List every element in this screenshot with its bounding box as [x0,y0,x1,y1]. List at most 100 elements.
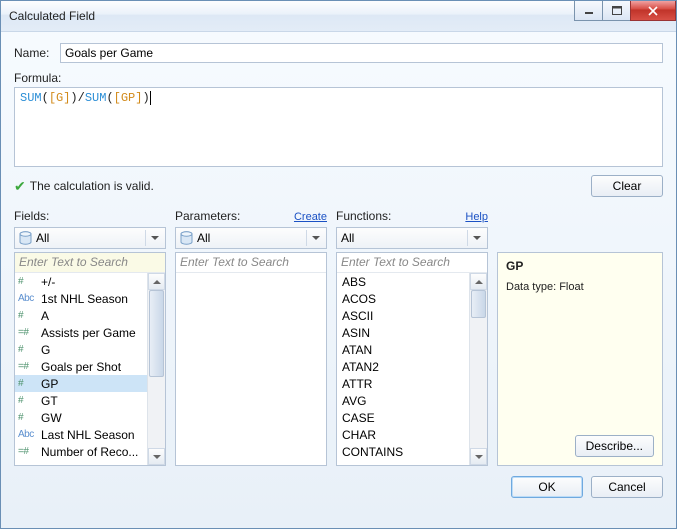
list-item[interactable]: =# Number of Reco... [15,443,148,460]
parameters-items [176,273,326,465]
list-item[interactable]: Abc1st NHL Season [15,290,148,307]
list-item-label: AVG [342,394,366,408]
list-item-label: G [41,343,50,357]
functions-scope-dropdown[interactable]: All [336,227,488,249]
list-item-label: ABS [342,275,366,289]
parameters-label: Parameters: [175,209,240,223]
list-item[interactable]: #+/- [15,273,148,290]
list-item-label: Number of Reco... [41,445,138,459]
maximize-icon [612,6,622,15]
list-item[interactable]: ASIN [337,324,470,341]
parameters-search[interactable]: Enter Text to Search [176,253,326,273]
functions-scope-value: All [341,231,354,245]
list-item[interactable]: AVG [337,392,470,409]
list-item[interactable]: #GP [15,375,148,392]
list-item[interactable]: CONTAINS [337,443,470,460]
list-item[interactable]: #GW [15,409,148,426]
calculated-field-dialog: Calculated Field Name: Formula: SUM([G])… [0,0,677,529]
cancel-button[interactable]: Cancel [591,476,663,498]
number-icon: # [18,395,36,406]
help-datatype: Data type: Float [506,281,654,293]
scroll-up-button[interactable] [470,273,487,290]
calc-icon: =# [18,446,36,457]
list-item[interactable]: ATAN2 [337,358,470,375]
scroll-track[interactable] [148,290,165,448]
list-item[interactable]: CASE [337,409,470,426]
help-link[interactable]: Help [465,211,488,223]
formula-paren: ) [70,91,77,105]
functions-label: Functions: [336,209,391,223]
formula-op: / [78,91,85,105]
formula-label: Formula: [14,71,663,85]
formula-editor[interactable]: SUM([G])/SUM([GP]) [14,87,663,167]
calc-icon: =# [18,327,36,338]
scroll-track[interactable] [470,290,487,448]
scroll-down-button[interactable] [148,448,165,465]
list-item[interactable]: CHAR [337,426,470,443]
chevron-down-icon [145,230,163,246]
parameters-scope-value: All [197,231,210,245]
list-item[interactable]: #GT [15,392,148,409]
dialog-footer: OK Cancel [14,476,663,498]
minimize-button[interactable] [574,1,602,21]
fields-listbox: Enter Text to Search #+/- Abc1st NHL Sea… [14,252,166,466]
name-row: Name: [14,43,663,63]
name-label: Name: [14,46,60,60]
list-item[interactable]: =# Assists per Game [15,324,148,341]
list-item[interactable]: ASCII [337,307,470,324]
scroll-thumb[interactable] [471,290,486,318]
number-icon: # [18,412,36,423]
help-title: GP [506,259,654,273]
number-icon: # [18,276,36,287]
list-item-label: ATAN [342,343,372,357]
fields-scope-value: All [36,231,49,245]
scroll-down-button[interactable] [470,448,487,465]
fields-search[interactable]: Enter Text to Search [15,253,165,273]
list-item[interactable]: ATAN [337,341,470,358]
list-item[interactable]: ATTR [337,375,470,392]
describe-holder: Describe... [575,435,654,457]
create-parameter-link[interactable]: Create [294,211,327,223]
parameters-listbox: Enter Text to Search [175,252,327,466]
chevron-down-icon [467,230,485,246]
scrollbar[interactable] [147,273,165,465]
number-icon: # [18,344,36,355]
list-item[interactable]: ABS [337,273,470,290]
parameters-header: Parameters: Create [175,209,327,225]
name-input[interactable] [60,43,663,63]
formula-paren: ( [106,91,113,105]
list-item[interactable]: ACOS [337,290,470,307]
clear-button[interactable]: Clear [591,175,663,197]
describe-button[interactable]: Describe... [575,435,654,457]
list-item-label: ATAN2 [342,360,379,374]
list-item-label: ATTR [342,377,372,391]
parameters-scope-dropdown[interactable]: All [175,227,327,249]
database-icon [180,231,193,245]
formula-fn: SUM [85,91,107,105]
fields-column: Fields: All Enter Text to Search #+/- Ab… [14,209,166,466]
minimize-icon [584,7,594,15]
list-item-label: Assists per Game [41,326,136,340]
close-button[interactable] [630,1,676,21]
scroll-up-button[interactable] [148,273,165,290]
scroll-thumb[interactable] [149,290,164,377]
functions-listbox: Enter Text to Search ABS ACOS ASCII ASIN… [336,252,488,466]
functions-items: ABS ACOS ASCII ASIN ATAN ATAN2 ATTR AVG … [337,273,487,465]
list-item[interactable]: AbcLast NHL Season [15,426,148,443]
list-item-label: ASCII [342,309,373,323]
list-item[interactable]: #G [15,341,148,358]
functions-column: Functions: Help All Enter Text to Search… [336,209,488,466]
list-item[interactable]: #A [15,307,148,324]
functions-search[interactable]: Enter Text to Search [337,253,487,273]
ok-button[interactable]: OK [511,476,583,498]
list-item-label: ACOS [342,292,376,306]
parameters-column: Parameters: Create All Enter Text to Sea… [175,209,327,466]
fields-header: Fields: [14,209,166,225]
fields-label: Fields: [14,209,49,223]
list-item[interactable]: =#Goals per Shot [15,358,148,375]
fields-scope-dropdown[interactable]: All [14,227,166,249]
list-item-label: 1st NHL Season [41,292,128,306]
list-item-label: ASIN [342,326,370,340]
scrollbar[interactable] [469,273,487,465]
maximize-button[interactable] [602,1,630,21]
